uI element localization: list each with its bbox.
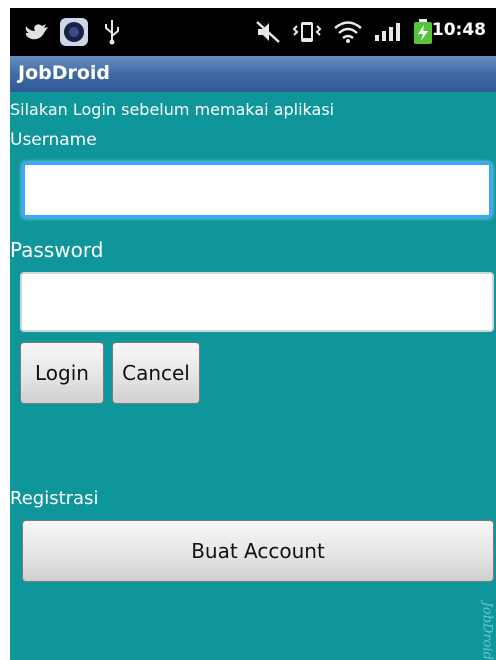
usb-icon [100, 18, 124, 46]
password-label: Password [10, 238, 104, 262]
registration-label: Registrasi [10, 488, 99, 509]
status-bar: 10:48 [10, 8, 496, 56]
twitter-bird-icon [22, 18, 52, 46]
login-button[interactable]: Login [20, 342, 104, 404]
wifi-icon [332, 18, 364, 46]
password-field[interactable] [20, 272, 494, 332]
signal-icon [372, 18, 402, 46]
cancel-button[interactable]: Cancel [112, 342, 200, 404]
login-form: Silakan Login sebelum memakai aplikasi U… [10, 92, 496, 660]
camera-icon [58, 18, 90, 46]
username-label: Username [10, 130, 97, 150]
vibrate-icon [290, 18, 324, 46]
app-title-bar: JobDroid [10, 56, 496, 92]
mute-icon [254, 18, 282, 46]
username-field[interactable] [22, 162, 492, 218]
app-title: JobDroid [18, 62, 111, 84]
create-account-button[interactable]: Buat Account [22, 520, 494, 582]
clock-time: 10:48 [431, 20, 486, 40]
login-instruction: Silakan Login sebelum memakai aplikasi [10, 100, 335, 119]
device-screen: 10:48 JobDroid Silakan Login sebelum mem… [10, 8, 496, 660]
watermark-text: JobDroid [479, 601, 494, 660]
